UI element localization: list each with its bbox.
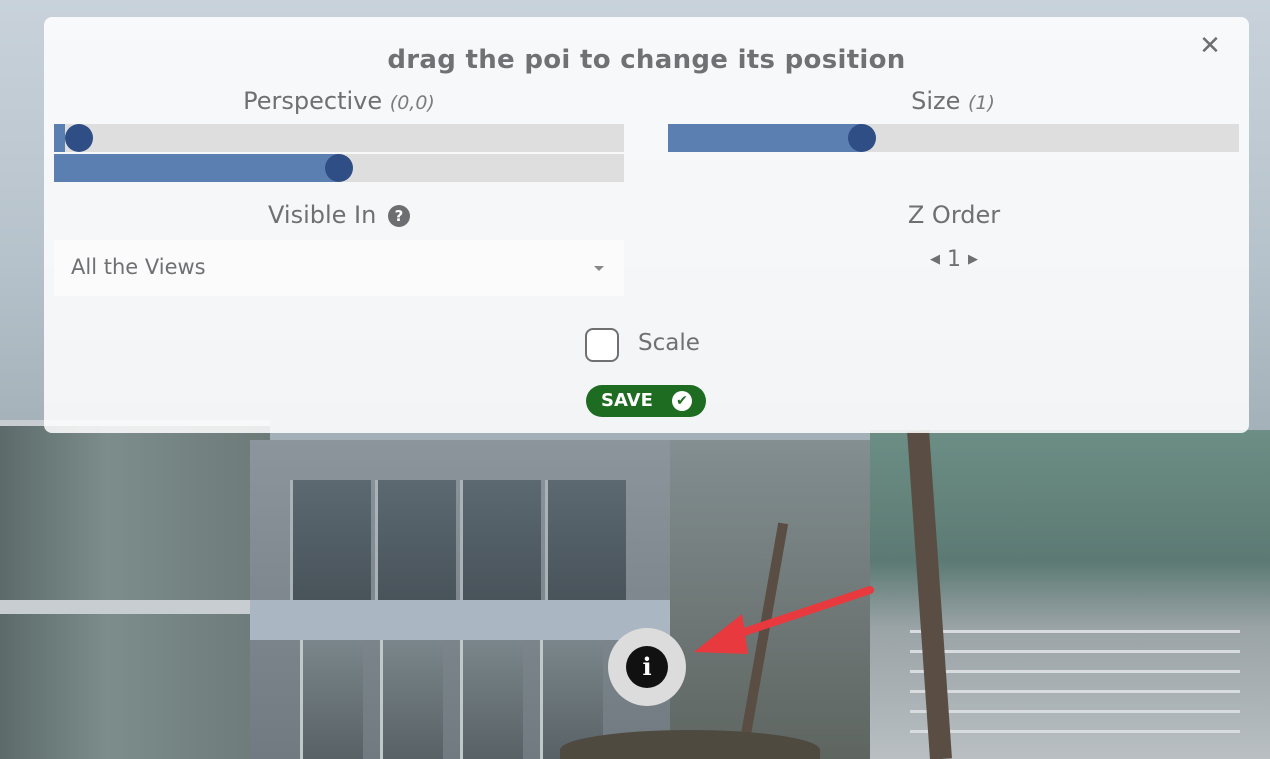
perspective-x-slider[interactable] (54, 124, 624, 152)
size-label-text: Size (911, 87, 961, 115)
visible-in-label: Visible In ? (54, 201, 624, 229)
check-circle-icon: ✔ (672, 391, 692, 411)
caret-down-icon (594, 266, 604, 271)
slider-handle[interactable] (325, 154, 353, 182)
background-building-center (250, 440, 670, 759)
perspective-label-text: Perspective (243, 87, 383, 115)
annotation-arrow (694, 586, 874, 654)
visible-in-select[interactable]: All the Views (54, 240, 624, 296)
scale-checkbox[interactable] (585, 328, 619, 362)
perspective-value: (0,0) (389, 92, 435, 114)
perspective-y-slider[interactable] (54, 154, 624, 182)
slider-handle[interactable] (65, 124, 94, 152)
close-icon: ✕ (1199, 31, 1221, 61)
size-label: Size (1) (668, 87, 1238, 115)
slider-handle[interactable] (848, 124, 877, 152)
help-icon[interactable]: ? (387, 205, 410, 227)
poi-marker[interactable]: i (608, 628, 686, 706)
z-order-stepper: ◀ 1 ▶ (884, 247, 1024, 272)
save-button-label: SAVE (601, 390, 653, 411)
z-order-increase-icon[interactable]: ▶ (968, 252, 978, 267)
slider-fill (54, 154, 339, 182)
slider-fill (54, 124, 66, 152)
close-button[interactable]: ✕ (1197, 33, 1223, 59)
slider-fill (668, 124, 863, 152)
z-order-label: Z Order (854, 201, 1054, 229)
visible-in-label-text: Visible In (268, 201, 377, 229)
save-button[interactable]: SAVE ✔ (586, 385, 706, 417)
info-icon: i (626, 646, 668, 688)
z-order-label-text: Z Order (907, 201, 1001, 229)
perspective-label: Perspective (0,0) (54, 87, 624, 115)
panel-title: drag the poi to change its position (387, 45, 906, 75)
scale-label: Scale (638, 330, 700, 356)
background-building-left (0, 420, 270, 759)
poi-edit-panel: drag the poi to change its position ✕ Pe… (44, 17, 1249, 433)
z-order-value: 1 (947, 247, 961, 272)
size-slider[interactable] (668, 124, 1239, 152)
size-value: (1) (967, 92, 995, 114)
z-order-decrease-icon[interactable]: ◀ (930, 252, 940, 267)
visible-in-selected: All the Views (71, 255, 206, 279)
